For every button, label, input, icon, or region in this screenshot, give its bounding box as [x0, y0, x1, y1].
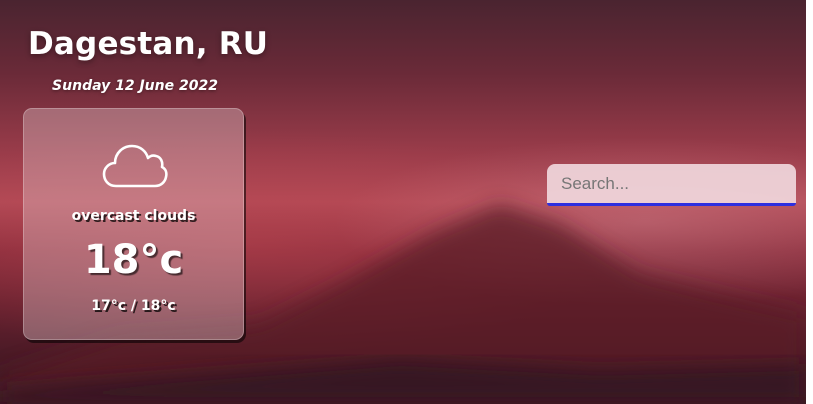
weather-description: overcast clouds: [71, 208, 196, 224]
city-title: Dagestan, RU: [28, 26, 269, 62]
temperature-range: 17°c / 18°c: [91, 298, 176, 314]
weather-app: Dagestan, RU Sunday 12 June 2022 overcas…: [0, 0, 806, 404]
search-input[interactable]: [547, 164, 796, 206]
cloud-icon: [102, 144, 168, 188]
current-temperature: 18°c: [83, 237, 184, 283]
date-label: Sunday 12 June 2022: [52, 78, 218, 94]
weather-card: overcast clouds 18°c 17°c / 18°c: [23, 108, 244, 340]
